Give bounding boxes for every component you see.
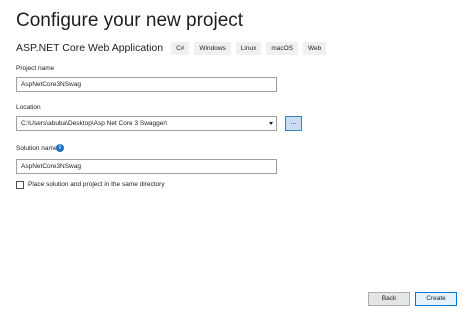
template-name: ASP.NET Core Web Application	[16, 42, 164, 54]
tag-csharp: C#	[171, 41, 190, 55]
tag-web: Web	[303, 41, 327, 55]
project-name-label: Project name	[16, 65, 55, 72]
same-directory-label[interactable]: Place solution and project in the same d…	[28, 181, 165, 189]
location-value: C:\Users\abuba\Desktop\Asp Net Core 3 Sw…	[21, 120, 168, 127]
browse-button[interactable]: ...	[285, 116, 302, 131]
chevron-down-icon[interactable]	[269, 122, 273, 125]
back-button[interactable]: Back	[368, 292, 410, 306]
create-button[interactable]: Create	[415, 292, 457, 306]
info-icon[interactable]: i	[56, 144, 64, 152]
tag-linux: Linux	[235, 41, 262, 55]
template-row: ASP.NET Core Web Application C# Windows …	[16, 41, 331, 55]
tag-macos: macOS	[266, 41, 298, 55]
page-title: Configure your new project	[16, 10, 244, 31]
location-select[interactable]: C:\Users\abuba\Desktop\Asp Net Core 3 Sw…	[16, 116, 277, 131]
solution-name-label: Solution name	[16, 145, 58, 152]
solution-name-field[interactable]: AspNetCore3NSwag	[16, 159, 277, 174]
location-label: Location	[16, 104, 41, 111]
same-directory-checkbox[interactable]	[16, 181, 24, 189]
project-name-field[interactable]: AspNetCore3NSwag	[16, 77, 277, 92]
tag-windows: Windows	[194, 41, 231, 55]
